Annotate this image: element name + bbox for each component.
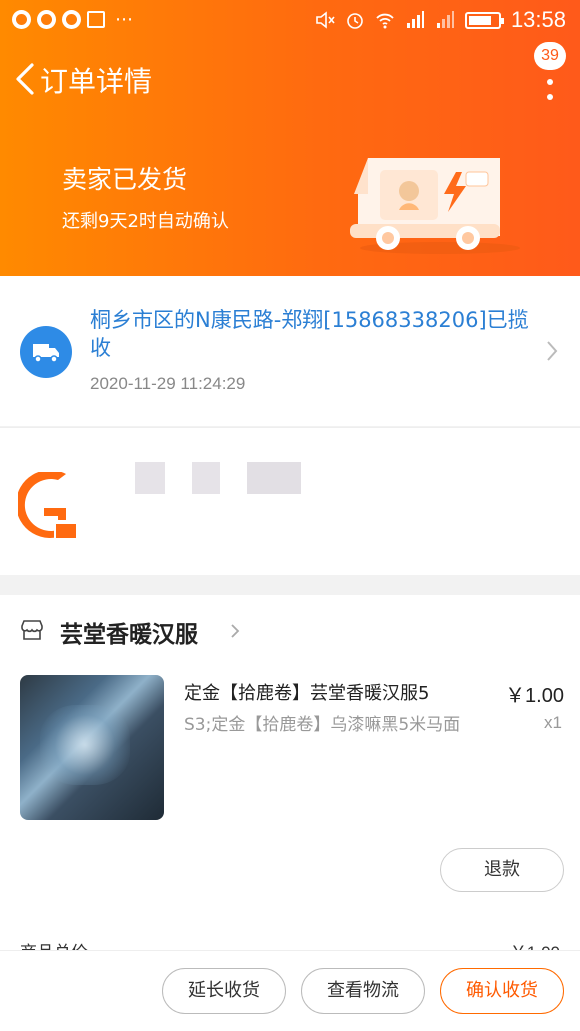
product-price: ￥1.00 [505,685,564,707]
delivery-truck-illustration [350,158,520,254]
auto-confirm-countdown: 还剩9天2时自动确认 [62,211,229,232]
address-card[interactable] [0,427,580,575]
more-icon: ⋯ [115,9,134,30]
product-quantity: x1 [544,713,562,732]
more-dot [547,94,553,100]
chevron-right-icon [547,341,558,361]
product-thumbnail[interactable] [20,675,164,820]
calendar-icon [87,11,105,28]
status-bar: ⋯ 13:58 [0,0,580,40]
signal-icon [406,11,424,28]
globe-icon [12,10,31,29]
refund-button[interactable]: 退款 [440,848,564,892]
back-arrow-icon[interactable] [12,62,38,96]
nav-bar: 订单详情 39 [0,42,580,114]
status-bar-right: 13:58 [315,7,566,33]
product-title[interactable]: 定金【拾鹿卷】芸堂香暖汉服5 [184,679,484,705]
confirm-receipt-button[interactable]: 确认收货 [440,968,564,1014]
logistics-latest-status: 桐乡市区的N康民路-郑翔[15868338206]已揽收 [90,308,529,360]
logistics-truck-icon [20,326,72,378]
store-name-link[interactable]: 芸堂香暖汉服 [60,615,198,649]
redacted-name-block [192,462,220,494]
battery-icon [464,11,504,29]
logistics-card[interactable]: 桐乡市区的N康民路-郑翔[15868338206]已揽收 2020-11-29 … [0,276,580,426]
avatar [18,472,80,542]
order-status-title: 卖家已发货 [62,165,188,194]
status-bar-time: 13:58 [510,7,566,32]
extend-receipt-button[interactable]: 延长收货 [162,968,286,1014]
logistics-timestamp: 2020-11-29 11:24:29 [90,374,246,393]
order-detail-page: ⋯ 13:58 订单详情 39 卖家已发货 还剩9天2时自动确认 桐乡市区的N康… [0,0,580,1031]
redacted-name-block [135,462,165,494]
signal-icon [436,11,454,28]
page-title: 订单详情 [40,65,153,98]
store-icon [21,620,43,640]
wifi-icon [376,13,394,29]
status-bar-left: ⋯ [12,9,134,30]
shop-order-card: 芸堂香暖汉服 定金【拾鹿卷】芸堂香暖汉服5 ￥1.00 S3;定金【拾鹿卷】乌漆… [0,595,580,958]
message-count-badge[interactable]: 39 [534,42,566,70]
globe-icon [37,10,56,29]
product-sku: S3;定金【拾鹿卷】乌漆嘛黑5米马面 [184,715,461,735]
redacted-name-block [247,462,301,494]
bottom-action-bar: 延长收货 查看物流 确认收货 [0,950,580,1031]
view-logistics-button[interactable]: 查看物流 [301,968,425,1014]
alarm-icon [347,13,363,29]
more-dot [547,79,553,85]
mute-icon [316,11,335,29]
globe-icon [62,10,81,29]
chevron-right-icon [231,624,240,638]
